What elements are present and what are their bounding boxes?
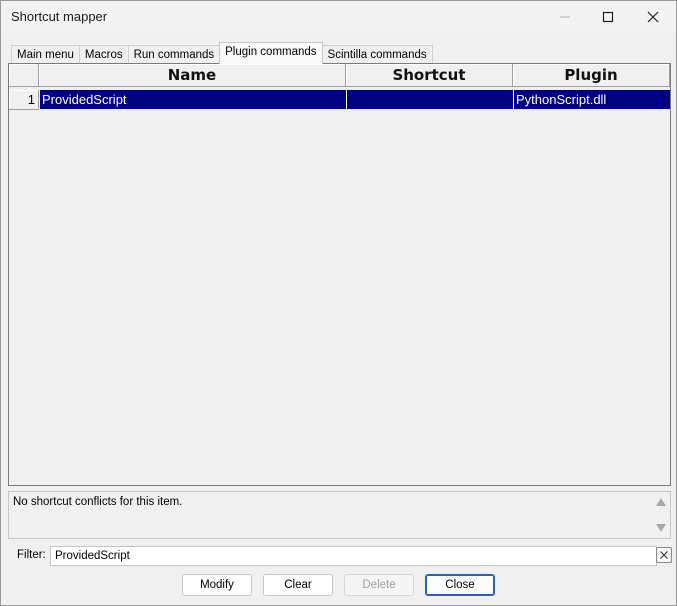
minimize-icon: [560, 16, 570, 17]
tab-run-commands[interactable]: Run commands: [127, 45, 221, 64]
tab-scintilla-commands[interactable]: Scintilla commands: [321, 45, 433, 64]
close-icon: [647, 11, 659, 22]
grid-header: Name Shortcut Plugin: [9, 64, 670, 88]
minimize-button[interactable]: [542, 1, 588, 32]
triangle-down-icon: [656, 524, 666, 532]
modify-button[interactable]: Modify: [182, 574, 252, 596]
tab-main-menu[interactable]: Main menu: [11, 45, 80, 64]
tab-macros[interactable]: Macros: [78, 45, 129, 64]
filter-label: Filter:: [17, 549, 46, 561]
cell-plugin[interactable]: PythonScript.dll: [514, 90, 670, 109]
triangle-up-icon: [656, 498, 666, 506]
cell-name[interactable]: ProvidedScript: [40, 90, 347, 109]
delete-button[interactable]: Delete: [344, 574, 414, 596]
conflict-info-text: No shortcut conflicts for this item.: [13, 496, 183, 508]
table-row[interactable]: 1 ProvidedScript PythonScript.dll: [9, 90, 670, 111]
column-header-shortcut[interactable]: Shortcut: [346, 64, 513, 87]
row-number-header: [9, 64, 39, 87]
close-window-button[interactable]: [630, 1, 676, 32]
scroll-up-button[interactable]: [655, 496, 667, 508]
title-bar: Shortcut mapper: [1, 1, 676, 32]
close-icon: [660, 551, 668, 559]
tab-plugin-commands[interactable]: Plugin commands: [219, 42, 323, 64]
column-header-name[interactable]: Name: [39, 64, 346, 87]
shortcut-mapper-window: Shortcut mapper Main menu Macros Run com…: [0, 0, 677, 606]
filter-clear-button[interactable]: [656, 547, 672, 563]
close-button[interactable]: Close: [425, 574, 495, 596]
column-header-plugin[interactable]: Plugin: [513, 64, 670, 87]
maximize-icon: [602, 11, 614, 22]
scroll-down-button[interactable]: [655, 522, 667, 534]
maximize-button[interactable]: [585, 1, 631, 32]
cell-shortcut[interactable]: [347, 90, 514, 109]
window-title: Shortcut mapper: [11, 9, 108, 24]
row-number[interactable]: 1: [9, 90, 39, 110]
conflict-info-box: No shortcut conflicts for this item.: [8, 491, 671, 539]
filter-input[interactable]: [50, 546, 657, 566]
category-tabs: Main menu Macros Run commands Plugin com…: [11, 42, 433, 64]
clear-button[interactable]: Clear: [263, 574, 333, 596]
shortcut-grid[interactable]: Name Shortcut Plugin 1 ProvidedScript Py…: [8, 63, 671, 486]
